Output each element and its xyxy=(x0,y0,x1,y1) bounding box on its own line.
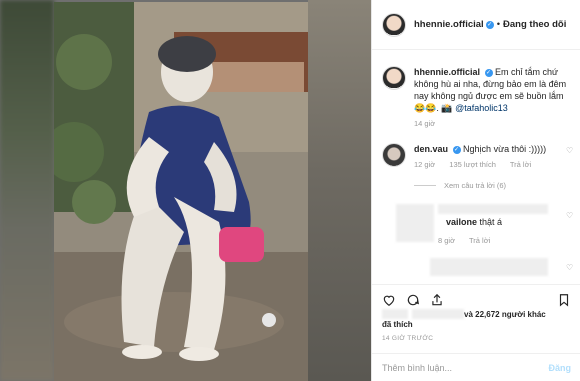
redacted-comment xyxy=(430,258,548,276)
comment-body: thật á xyxy=(479,217,503,227)
redacted-avatar xyxy=(396,204,434,242)
post-header: hhennie.official ✓ • Đang theo dõi xyxy=(372,0,580,50)
reply-button[interactable]: Trả lời xyxy=(469,236,490,245)
commenter-username[interactable]: vailone xyxy=(446,217,477,227)
heart-icon[interactable]: ♡ xyxy=(566,264,574,272)
commenter-avatar[interactable] xyxy=(382,143,406,167)
caption-time: 14 giờ xyxy=(414,119,436,128)
comment-meta: 12 giờ 135 lượt thích Trả lời xyxy=(414,160,543,169)
backdrop-right xyxy=(308,0,372,381)
caption: hhennie.official ✓ Em chỉ tắm chứ không … xyxy=(382,66,577,114)
author-username[interactable]: hhennie.official xyxy=(414,19,484,30)
reply-button[interactable]: Trả lời xyxy=(510,160,531,169)
bookmark-icon[interactable] xyxy=(557,293,571,307)
commenter-username[interactable]: den.vau xyxy=(414,144,448,154)
view-replies[interactable]: Xem câu trả lời (6) xyxy=(414,181,506,190)
caption-avatar[interactable] xyxy=(382,66,406,90)
liked-label-line: đã thích xyxy=(382,319,577,330)
redacted-name xyxy=(438,204,548,214)
comment-meta: 8 giờ Trả lời xyxy=(438,236,502,245)
post-actions: và 22,672 người khác đã thích 14 GIỜ TRƯ… xyxy=(372,284,580,374)
caption-username[interactable]: hhennie.official xyxy=(414,67,480,77)
caption-mention[interactable]: @tafaholic13 xyxy=(455,103,508,113)
post-photo[interactable] xyxy=(54,2,308,381)
replies-divider xyxy=(414,185,436,186)
post-timestamp: 14 GIỜ TRƯỚC xyxy=(382,335,434,342)
caption-text: hhennie.official ✓ Em chỉ tắm chứ không … xyxy=(414,66,577,114)
post-button[interactable]: Đăng xyxy=(549,363,572,373)
view-replies-label[interactable]: Xem câu trả lời (6) xyxy=(444,181,506,190)
share-icon[interactable] xyxy=(430,293,444,307)
following-button[interactable]: Đang theo dõi xyxy=(503,19,566,30)
heart-icon[interactable]: ♡ xyxy=(566,147,574,155)
comment-time: 12 giờ xyxy=(414,160,436,169)
add-comment-bar: Thêm bình luận... Đăng xyxy=(372,353,580,381)
comment-body: Nghịch vừa thôi :))))) xyxy=(463,144,547,154)
liked-label: đã thích xyxy=(382,320,413,329)
follow-separator: • xyxy=(496,19,501,30)
heart-icon[interactable] xyxy=(382,293,396,307)
comment-text: vailone thật á xyxy=(446,216,502,228)
backdrop-left xyxy=(0,0,54,381)
redacted-liker-avatar xyxy=(382,309,408,319)
verified-icon: ✓ xyxy=(484,68,493,77)
redacted-liker-name xyxy=(412,309,464,319)
author-avatar[interactable] xyxy=(382,12,406,37)
likes-count[interactable]: và 22,672 người khác xyxy=(464,310,546,319)
comment-icon[interactable] xyxy=(406,293,420,307)
comment-input[interactable]: Thêm bình luận... xyxy=(382,363,452,373)
comment-likes[interactable]: 135 lượt thích xyxy=(449,160,496,169)
verified-icon: ✓ xyxy=(452,145,461,154)
heart-icon[interactable]: ♡ xyxy=(566,212,574,220)
comment-time: 8 giờ xyxy=(438,236,456,245)
photo-illustration xyxy=(54,2,308,381)
post-side-panel: hhennie.official ✓ • Đang theo dõi hhenn… xyxy=(371,0,580,381)
verified-icon: ✓ xyxy=(485,20,494,29)
